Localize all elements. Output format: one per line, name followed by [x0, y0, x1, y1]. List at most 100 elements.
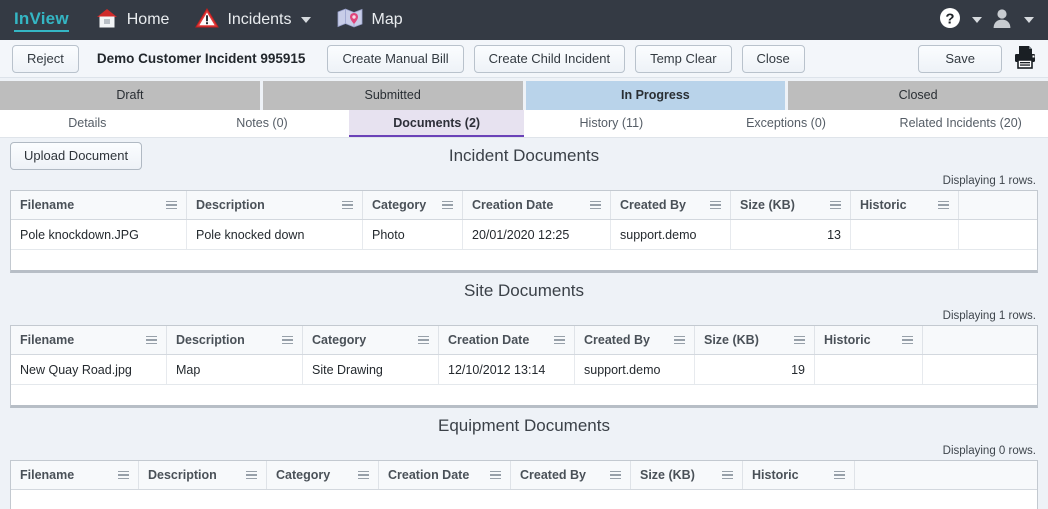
column-header-historic[interactable]: Historic [743, 461, 855, 489]
nav-right-actions: ? [939, 0, 1034, 40]
column-header-historic[interactable]: Historic [851, 191, 959, 219]
column-header-spacer [855, 461, 1037, 489]
app-logo[interactable]: InView [14, 9, 69, 32]
column-menu-icon[interactable] [830, 200, 841, 210]
column-menu-icon[interactable] [938, 200, 949, 210]
column-header-label: Filename [20, 468, 75, 482]
column-header-filename[interactable]: Filename [11, 461, 139, 489]
reject-button[interactable]: Reject [12, 44, 79, 73]
column-menu-icon[interactable] [490, 470, 501, 480]
row-count-label: Displaying 1 rows. [942, 175, 1036, 187]
column-header-size-kb[interactable]: Size (KB) [631, 461, 743, 489]
save-button[interactable]: Save [918, 45, 1002, 73]
column-header-label: Category [276, 468, 331, 482]
column-menu-icon[interactable] [834, 470, 845, 480]
column-header-description[interactable]: Description [139, 461, 267, 489]
create-child-incident-button[interactable]: Create Child Incident [473, 44, 626, 73]
column-header-category[interactable]: Category [267, 461, 379, 489]
cell-creation-date: 20/01/2020 12:25 [463, 220, 611, 249]
tab-history[interactable]: History (11) [524, 110, 699, 137]
column-header-created-by[interactable]: Created By [511, 461, 631, 489]
user-chevron-down-icon[interactable] [1024, 17, 1034, 23]
column-header-description[interactable]: Description [167, 326, 303, 354]
tab-exceptions[interactable]: Exceptions (0) [699, 110, 874, 137]
cell-historic [851, 220, 959, 249]
column-header-creation-date[interactable]: Creation Date [439, 326, 575, 354]
column-header-size-kb[interactable]: Size (KB) [695, 326, 815, 354]
cell-creation-date: 12/10/2012 13:14 [439, 355, 575, 384]
nav-item-map[interactable]: Map [337, 0, 403, 40]
column-menu-icon[interactable] [610, 470, 621, 480]
chevron-down-icon[interactable] [301, 17, 312, 23]
tab-notes[interactable]: Notes (0) [175, 110, 350, 137]
column-header-category[interactable]: Category [363, 191, 463, 219]
nav-item-home[interactable]: Home [95, 0, 170, 40]
upload-document-button[interactable]: Upload Document [10, 142, 143, 170]
help-circle-icon[interactable]: ? [939, 7, 961, 34]
grid-header-row: Filename Description Category Creation Date… [11, 326, 1037, 355]
row-count-label: Displaying 0 rows. [942, 445, 1036, 457]
section-header: Site Documents [10, 273, 1038, 309]
nav-item-incidents[interactable]: Incidents [195, 0, 312, 40]
column-menu-icon[interactable] [246, 470, 257, 480]
grid-header-row: Filename Description Category Creation Date… [11, 191, 1037, 220]
status-step-draft[interactable]: Draft [0, 81, 260, 110]
nav-item-home-label: Home [126, 11, 170, 28]
column-menu-icon[interactable] [722, 470, 733, 480]
data-grid: Filename Description Category Creation Date… [10, 460, 1038, 509]
column-header-category[interactable]: Category [303, 326, 439, 354]
column-header-created-by[interactable]: Created By [575, 326, 695, 354]
status-step-closed[interactable]: Closed [788, 81, 1048, 110]
tab-documents[interactable]: Documents (2) [349, 110, 525, 137]
cell-historic [815, 355, 923, 384]
data-grid: Filename Description Category Creation Date… [10, 190, 1038, 273]
column-menu-icon[interactable] [118, 470, 129, 480]
temp-clear-button[interactable]: Temp Clear [635, 44, 732, 73]
data-grid: Filename Description Category Creation Date… [10, 325, 1038, 408]
top-navigation-bar: InView Home Incidents Map ? [0, 0, 1048, 40]
column-menu-icon[interactable] [418, 335, 429, 345]
status-step-bar: Draft Submitted In Progress Closed [0, 78, 1048, 110]
column-header-label: Historic [860, 198, 907, 212]
column-menu-icon[interactable] [710, 200, 721, 210]
column-menu-icon[interactable] [590, 200, 601, 210]
home-icon [95, 7, 119, 34]
tab-details[interactable]: Details [0, 110, 175, 137]
column-menu-icon[interactable] [794, 335, 805, 345]
cell-description: Pole knocked down [187, 220, 363, 249]
column-menu-icon[interactable] [442, 200, 453, 210]
user-avatar-icon[interactable] [991, 7, 1013, 34]
column-header-label: Size (KB) [740, 198, 795, 212]
create-manual-bill-button[interactable]: Create Manual Bill [327, 44, 464, 73]
close-button[interactable]: Close [741, 44, 805, 73]
cell-filename: New Quay Road.jpg [11, 355, 167, 384]
table-row[interactable]: Pole knockdown.JPG Pole knocked down Photo… [11, 220, 1037, 250]
column-header-spacer [923, 326, 1037, 354]
column-menu-icon[interactable] [146, 335, 157, 345]
printer-icon[interactable] [1012, 44, 1038, 75]
column-header-creation-date[interactable]: Creation Date [379, 461, 511, 489]
tab-related-incidents[interactable]: Related Incidents (20) [873, 110, 1048, 137]
column-header-label: Created By [620, 198, 686, 212]
column-header-creation-date[interactable]: Creation Date [463, 191, 611, 219]
help-chevron-down-icon[interactable] [972, 17, 982, 23]
column-header-filename[interactable]: Filename [11, 326, 167, 354]
column-menu-icon[interactable] [166, 200, 177, 210]
section-header: Equipment Documents [10, 408, 1038, 444]
column-menu-icon[interactable] [554, 335, 565, 345]
status-step-in-progress[interactable]: In Progress [525, 81, 786, 110]
status-step-submitted[interactable]: Submitted [262, 81, 523, 110]
column-menu-icon[interactable] [358, 470, 369, 480]
column-menu-icon[interactable] [342, 200, 353, 210]
column-header-size-kb[interactable]: Size (KB) [731, 191, 851, 219]
column-menu-icon[interactable] [902, 335, 913, 345]
column-header-description[interactable]: Description [187, 191, 363, 219]
column-header-filename[interactable]: Filename [11, 191, 187, 219]
table-row[interactable]: New Quay Road.jpg Map Site Drawing 12/10/20… [11, 355, 1037, 385]
column-header-created-by[interactable]: Created By [611, 191, 731, 219]
documents-sections: Upload Document Incident Documents Display… [0, 138, 1048, 509]
tab-bar: Details Notes (0) Documents (2) History (11… [0, 110, 1048, 138]
column-menu-icon[interactable] [282, 335, 293, 345]
column-menu-icon[interactable] [674, 335, 685, 345]
column-header-historic[interactable]: Historic [815, 326, 923, 354]
